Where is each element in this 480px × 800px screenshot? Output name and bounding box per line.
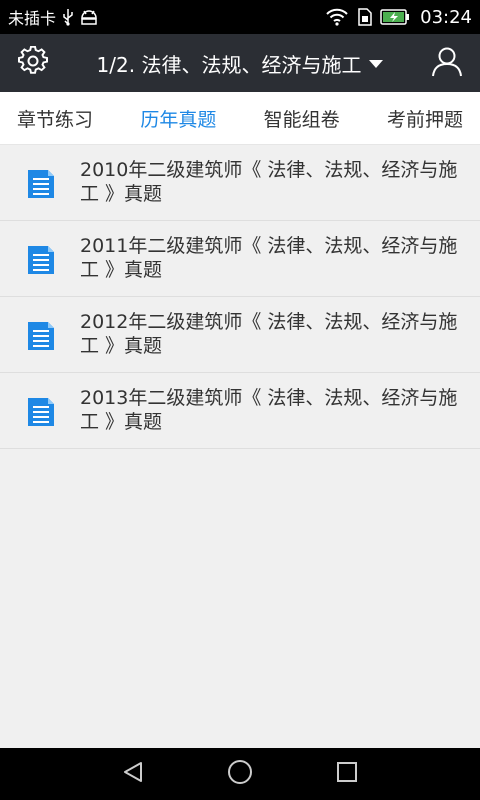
carrier-label: 未插卡: [8, 9, 57, 28]
list-item[interactable]: 2012年二级建筑师《 法律、法规、经济与施工 》真题: [0, 297, 480, 373]
exam-title: 2012年二级建筑师《 法律、法规、经济与施工 》真题: [80, 311, 458, 357]
back-button[interactable]: [103, 748, 163, 800]
clock: 03:24: [420, 6, 472, 28]
user-icon: [431, 45, 463, 81]
android-debug-icon: [80, 9, 98, 25]
settings-button[interactable]: [0, 34, 66, 92]
tab-smart-paper[interactable]: 智能组卷: [264, 105, 340, 132]
document-icon: [24, 386, 58, 434]
profile-button[interactable]: [414, 34, 480, 92]
subject-selector[interactable]: 1/2. 法律、法规、经济与施工: [66, 49, 414, 78]
exam-title: 2010年二级建筑师《 法律、法规、经济与施工 》真题: [80, 159, 458, 205]
page-title: 1/2. 法律、法规、经济与施工: [96, 52, 362, 77]
battery-charging-icon: [380, 9, 410, 25]
list-item[interactable]: 2011年二级建筑师《 法律、法规、经济与施工 》真题: [0, 221, 480, 297]
tab-bar: 章节练习 历年真题 智能组卷 考前押题: [0, 92, 480, 145]
tab-chapter-practice[interactable]: 章节练习: [17, 105, 93, 132]
caret-down-icon: [369, 54, 384, 73]
recents-button[interactable]: [317, 748, 377, 800]
gear-icon: [18, 45, 48, 80]
document-icon: [24, 310, 58, 358]
system-nav-bar: [0, 748, 480, 800]
exam-title: 2013年二级建筑师《 法律、法规、经济与施工 》真题: [80, 387, 458, 433]
status-left: 未插卡: [8, 5, 326, 29]
document-icon: [24, 158, 58, 206]
wifi-icon: [326, 8, 348, 26]
exam-list: 2010年二级建筑师《 法律、法规、经济与施工 》真题 2011年二级建筑师《 …: [0, 145, 480, 449]
status-right: 03:24: [326, 7, 472, 28]
home-button[interactable]: [210, 748, 270, 800]
home-icon: [227, 759, 253, 789]
list-item[interactable]: 2010年二级建筑师《 法律、法规、经济与施工 》真题: [0, 145, 480, 221]
tab-predicted-questions[interactable]: 考前押题: [387, 105, 463, 132]
usb-icon: [62, 8, 74, 26]
back-icon: [121, 760, 145, 788]
document-icon: [24, 234, 58, 282]
tab-past-exams[interactable]: 历年真题: [140, 105, 216, 132]
sim-icon: [356, 8, 372, 26]
exam-title: 2011年二级建筑师《 法律、法规、经济与施工 》真题: [80, 235, 458, 281]
status-bar: 未插卡 03:24: [0, 0, 480, 34]
app-bar: 1/2. 法律、法规、经济与施工: [0, 34, 480, 92]
recents-icon: [336, 761, 358, 787]
list-item[interactable]: 2013年二级建筑师《 法律、法规、经济与施工 》真题: [0, 373, 480, 449]
